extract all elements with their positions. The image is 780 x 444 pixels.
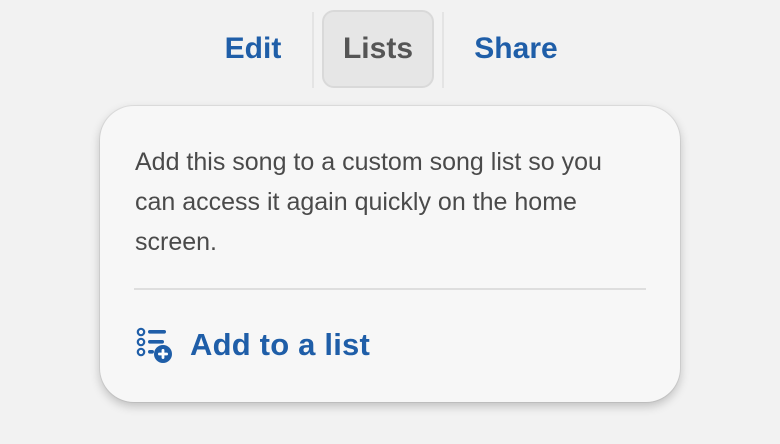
list-add-icon <box>134 325 174 365</box>
tab-edit[interactable]: Edit <box>200 10 306 88</box>
tab-divider <box>312 12 314 88</box>
tab-share-label: Share <box>474 32 558 65</box>
tab-bar: Edit Lists Share <box>0 0 780 100</box>
tab-divider <box>442 12 444 88</box>
popover-divider <box>134 288 646 290</box>
lists-popover: Add this song to a custom song list so y… <box>100 106 680 402</box>
popover-description: Add this song to a custom song list so y… <box>135 148 602 256</box>
add-to-list-button[interactable]: Add to a list <box>134 320 370 370</box>
tab-lists-label: Lists <box>342 32 414 65</box>
tab-share[interactable]: Share <box>454 10 578 88</box>
tab-lists[interactable]: Lists <box>322 10 434 88</box>
add-to-list-label: Add to a list <box>190 327 370 362</box>
tab-edit-label: Edit <box>224 32 282 65</box>
